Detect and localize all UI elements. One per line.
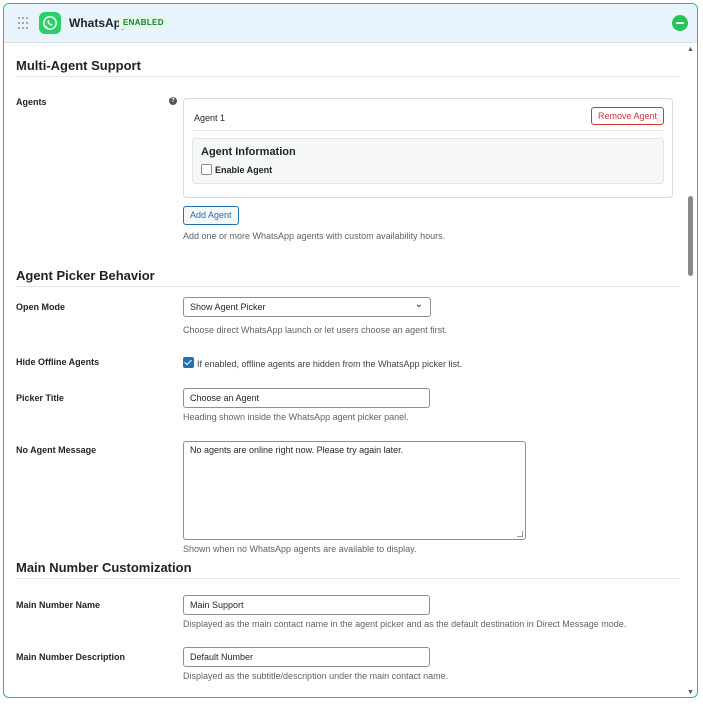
no-agent-message-value: No agents are online right now. Please t… [190, 445, 404, 455]
open-mode-label: Open Mode [16, 302, 65, 312]
enable-agent-checkbox[interactable] [201, 164, 212, 175]
divider [16, 578, 679, 579]
no-agent-message-label: No Agent Message [16, 445, 97, 455]
hide-offline-checkbox[interactable] [183, 357, 194, 368]
main-number-name-value: Main Support [190, 600, 244, 610]
main-number-name-input[interactable]: Main Support [183, 595, 430, 615]
section-title-picker-behavior: Agent Picker Behavior [16, 268, 155, 283]
open-mode-help-text: Choose direct WhatsApp launch or let use… [183, 325, 448, 335]
divider [16, 76, 679, 77]
vertical-scrollbar[interactable]: ▲ ▼ [686, 46, 695, 697]
panel-header[interactable]: WhatsApp ENABLED [4, 4, 697, 43]
drag-handle-icon[interactable] [18, 17, 28, 29]
whatsapp-panel: WhatsApp ENABLED ▲ ▼ Multi-Agent Support… [3, 3, 698, 698]
picker-title-label: Picker Title [16, 393, 64, 403]
remove-agent-button[interactable]: Remove Agent [590, 107, 664, 125]
add-agent-button[interactable]: Add Agent [183, 206, 239, 225]
scroll-up-arrow-icon[interactable]: ▲ [686, 46, 695, 54]
agent-card: Agent 1 Remove Agent Agent Information E… [183, 98, 673, 198]
open-mode-value: Show Agent Picker [190, 302, 266, 312]
scroll-down-arrow-icon[interactable]: ▼ [686, 689, 695, 697]
chevron-down-icon: ⌄ [414, 299, 423, 310]
agent-information-box: Agent Information Enable Agent [192, 138, 664, 184]
section-title-main-number: Main Number Customization [16, 560, 192, 575]
no-agent-message-textarea[interactable]: No agents are online right now. Please t… [183, 441, 526, 540]
picker-title-value: Choose an Agent [190, 393, 260, 403]
agent-information-title: Agent Information [201, 146, 296, 158]
resize-handle-icon[interactable] [517, 531, 523, 537]
hide-offline-label: Hide Offline Agents [16, 357, 100, 367]
divider [16, 286, 679, 287]
main-number-description-label: Main Number Description [16, 652, 126, 662]
enable-agent-label: Enable Agent [215, 165, 273, 175]
main-number-description-help-text: Displayed as the subtitle/description un… [183, 671, 449, 681]
main-number-name-label: Main Number Name [16, 600, 101, 610]
whatsapp-logo-icon [39, 12, 61, 34]
help-icon[interactable]: ? [169, 97, 177, 105]
picker-title-help-text: Heading shown inside the WhatsApp agent … [183, 412, 409, 422]
divider [192, 130, 664, 131]
open-mode-select[interactable]: Show Agent Picker ⌄ [183, 297, 431, 317]
agents-label: Agents [16, 97, 47, 107]
collapse-minus-icon[interactable] [672, 15, 688, 31]
section-title-multi-agent: Multi-Agent Support [16, 58, 141, 73]
main-number-description-value: Default Number [190, 652, 254, 662]
main-number-description-input[interactable]: Default Number [183, 647, 430, 667]
picker-title-input[interactable]: Choose an Agent [183, 388, 430, 408]
status-badge: ENABLED [119, 16, 168, 29]
main-number-name-help-text: Displayed as the main contact name in th… [183, 619, 627, 629]
no-agent-message-help-text: Shown when no WhatsApp agents are availa… [183, 544, 417, 554]
hide-offline-text: If enabled, offline agents are hidden fr… [197, 359, 462, 369]
scrollbar-thumb[interactable] [688, 196, 693, 276]
agent-name: Agent 1 [194, 113, 226, 123]
agents-help-text: Add one or more WhatsApp agents with cus… [183, 231, 446, 241]
